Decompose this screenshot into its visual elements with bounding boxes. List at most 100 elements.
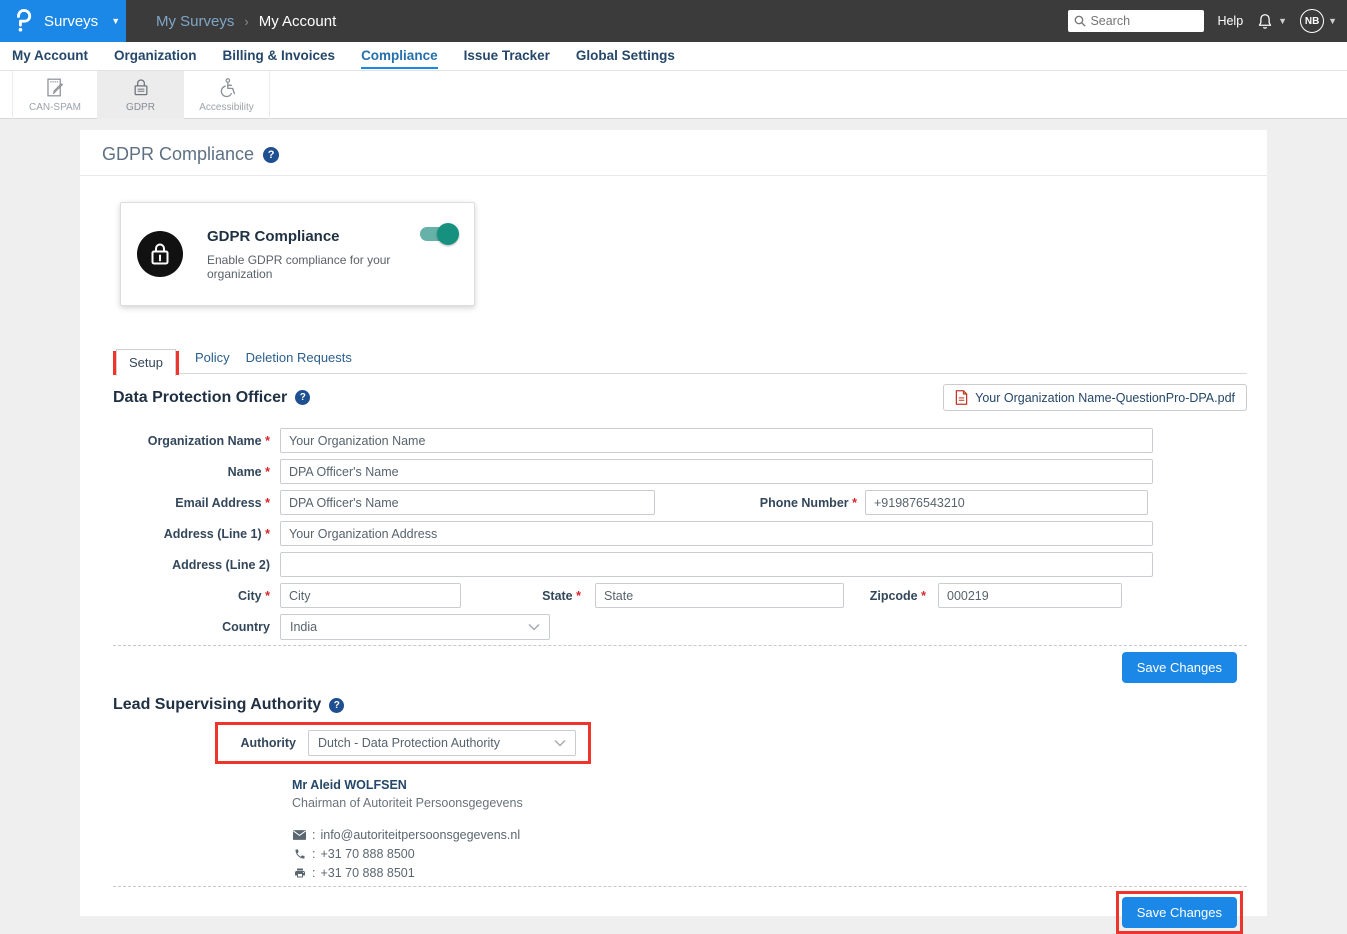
required-marker: * xyxy=(265,434,270,448)
nav-global-settings[interactable]: Global Settings xyxy=(576,43,675,69)
organization-name-field[interactable] xyxy=(280,428,1153,453)
contact-separator: : xyxy=(312,847,315,861)
country-select[interactable]: India xyxy=(280,614,550,640)
phone-label: Phone Number xyxy=(760,496,849,510)
authority-contact-card: Mr Aleid WOLFSEN Chairman of Autoriteit … xyxy=(292,778,1267,880)
form-row-organization-name: Organization Name * xyxy=(113,428,1247,453)
city-field[interactable] xyxy=(280,583,461,608)
breadcrumb-my-surveys[interactable]: My Surveys xyxy=(156,13,234,30)
account-menu[interactable]: NB ▼ xyxy=(1300,9,1337,33)
contact-email-row: : info@autoriteitpersoonsgegevens.nl xyxy=(292,827,1267,842)
lsa-save-button[interactable]: Save Changes xyxy=(1122,897,1237,928)
address1-label: Address (Line 1) xyxy=(164,527,262,541)
dpo-help-icon[interactable]: ? xyxy=(295,390,310,405)
form-row-address1: Address (Line 1) * xyxy=(113,521,1247,546)
required-marker: * xyxy=(921,589,926,603)
dpo-save-button[interactable]: Save Changes xyxy=(1122,652,1237,683)
notifications-menu[interactable]: ▼ xyxy=(1256,12,1287,31)
compliance-subtabs: CAN-SPAM GDPR Accessibility xyxy=(0,71,1347,119)
product-caret-icon: ▼ xyxy=(111,16,120,26)
nav-my-account[interactable]: My Account xyxy=(12,43,88,69)
page-help-icon[interactable]: ? xyxy=(263,147,279,163)
dpo-heading: Data Protection Officer xyxy=(113,389,287,407)
zipcode-field[interactable] xyxy=(938,583,1122,608)
nav-issue-tracker[interactable]: Issue Tracker xyxy=(464,43,550,69)
subtab-label: CAN-SPAM xyxy=(29,102,81,113)
gdpr-compliance-card: GDPR Compliance Enable GDPR compliance f… xyxy=(120,202,475,306)
required-marker: * xyxy=(576,589,581,603)
contact-title: Chairman of Autoriteit Persoonsgegevens xyxy=(292,796,1267,810)
avatar-caret-icon: ▼ xyxy=(1328,16,1337,26)
accessibility-wheelchair-icon xyxy=(216,77,237,98)
setup-annotation-box: Setup xyxy=(113,351,179,375)
contact-fax-row: : +31 70 888 8501 xyxy=(292,865,1267,880)
help-link[interactable]: Help xyxy=(1217,14,1243,28)
authority-select[interactable]: Dutch - Data Protection Authority xyxy=(308,730,576,756)
subtab-accessibility[interactable]: Accessibility xyxy=(184,71,270,119)
required-marker: * xyxy=(265,527,270,541)
chevron-down-icon xyxy=(554,739,566,747)
gdpr-toggle[interactable] xyxy=(420,227,456,241)
address1-field[interactable] xyxy=(280,521,1153,546)
breadcrumb: My Surveys › My Account xyxy=(156,13,336,30)
search-icon xyxy=(1074,15,1086,27)
dpa-pdf-button[interactable]: Your Organization Name-QuestionPro-DPA.p… xyxy=(943,384,1247,411)
product-name: Surveys xyxy=(44,13,98,30)
contact-email: info@autoriteitpersoonsgegevens.nl xyxy=(320,828,520,842)
pdf-file-icon xyxy=(955,390,968,405)
section-divider xyxy=(113,645,1247,646)
state-label: State xyxy=(542,589,573,603)
search-input[interactable] xyxy=(1068,10,1204,32)
phone-icon xyxy=(294,848,306,860)
envelope-icon xyxy=(293,830,306,840)
tab-policy[interactable]: Policy xyxy=(195,350,230,373)
subtab-label: GDPR xyxy=(126,102,155,113)
subtab-can-spam[interactable]: CAN-SPAM xyxy=(12,71,98,119)
organization-name-label: Organization Name xyxy=(148,434,262,448)
contact-phone-row: : +31 70 888 8500 xyxy=(292,846,1267,861)
phone-field[interactable] xyxy=(865,490,1148,515)
required-marker: * xyxy=(265,496,270,510)
subtab-label: Accessibility xyxy=(199,102,253,113)
lsa-help-icon[interactable]: ? xyxy=(329,698,344,713)
toggle-knob xyxy=(437,223,459,245)
name-label: Name xyxy=(228,465,262,479)
bell-icon xyxy=(1256,12,1274,31)
contact-separator: : xyxy=(312,866,315,880)
can-spam-document-icon xyxy=(44,77,66,98)
address2-label: Address (Line 2) xyxy=(172,558,270,572)
state-field[interactable] xyxy=(595,583,844,608)
gdpr-lock-icon xyxy=(131,77,151,98)
top-navbar: Surveys ▼ My Surveys › My Account Help ▼… xyxy=(0,0,1347,42)
form-row-name: Name * xyxy=(113,459,1247,484)
tab-setup[interactable]: Setup xyxy=(116,349,176,376)
product-switcher[interactable]: Surveys ▼ xyxy=(0,0,126,42)
email-field[interactable] xyxy=(280,490,655,515)
nav-billing-invoices[interactable]: Billing & Invoices xyxy=(223,43,336,69)
lock-icon xyxy=(148,241,172,267)
nav-organization[interactable]: Organization xyxy=(114,43,197,69)
address2-field[interactable] xyxy=(280,552,1153,577)
contact-name: Mr Aleid WOLFSEN xyxy=(292,778,1267,792)
contact-fax: +31 70 888 8501 xyxy=(320,866,414,880)
tab-deletion-requests[interactable]: Deletion Requests xyxy=(246,350,352,373)
avatar: NB xyxy=(1300,9,1324,33)
form-row-email-phone: Email Address * Phone Number * xyxy=(113,490,1247,515)
setup-tabs: Setup Policy Deletion Requests xyxy=(113,343,1247,374)
authority-label: Authority xyxy=(218,736,308,750)
email-label: Email Address xyxy=(175,496,261,510)
authority-annotation-box: Authority Dutch - Data Protection Author… xyxy=(215,722,591,764)
zipcode-label: Zipcode xyxy=(870,589,918,603)
subtab-gdpr[interactable]: GDPR xyxy=(98,71,184,119)
section-divider xyxy=(113,886,1247,887)
breadcrumb-my-account: My Account xyxy=(259,13,337,30)
required-marker: * xyxy=(265,465,270,479)
form-row-address2: Address (Line 2) xyxy=(113,552,1247,577)
name-field[interactable] xyxy=(280,459,1153,484)
required-marker: * xyxy=(852,496,857,510)
dpo-form: Organization Name * Name * Email Address… xyxy=(113,428,1247,639)
chevron-down-icon xyxy=(528,623,540,631)
country-label: Country xyxy=(222,620,270,634)
nav-compliance[interactable]: Compliance xyxy=(361,43,438,69)
required-marker: * xyxy=(265,589,270,603)
